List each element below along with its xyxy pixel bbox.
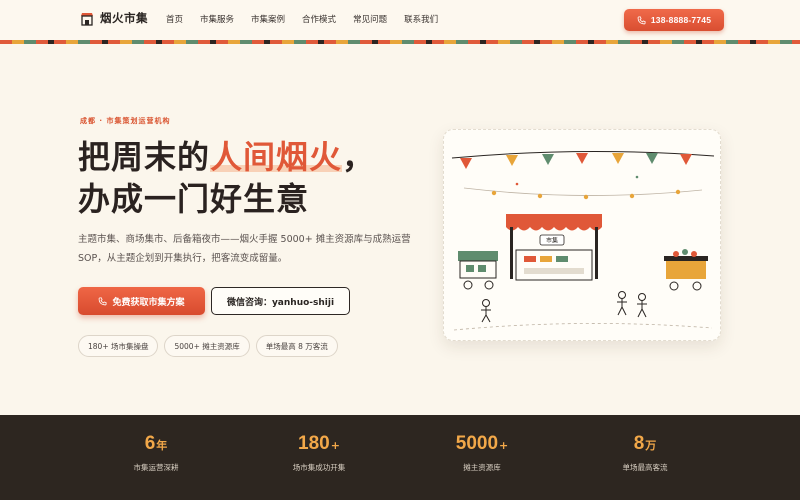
stat-vendors-unit: + bbox=[499, 439, 509, 452]
title-part1: 把周末的 bbox=[78, 138, 211, 176]
brand-logo[interactable]: 烟火市集 bbox=[80, 10, 148, 26]
get-plan-button[interactable]: 免费获取市集方案 bbox=[78, 287, 205, 315]
phone-call-button[interactable]: 138-8888-7745 bbox=[624, 9, 724, 31]
top-header: 烟火市集 首页 市集服务 市集案例 合作模式 常见问题 联系我们 138-888… bbox=[0, 0, 800, 40]
market-scene-illustration: 市集 bbox=[451, 150, 715, 331]
nav-cooperation[interactable]: 合作模式 bbox=[302, 13, 336, 25]
stall-logo-icon bbox=[80, 11, 94, 26]
main-nav: 首页 市集服务 市集案例 合作模式 常见问题 联系我们 bbox=[166, 13, 438, 25]
hero-title: 把周末的人间烟火， 办成一门好生意 bbox=[78, 136, 375, 220]
tag-peak-traffic: 单场最高 8 万客流 bbox=[255, 335, 338, 357]
tag-markets-run: 180+ 场市集操盘 bbox=[78, 335, 159, 357]
stat-years-label: 市集运营深耕 bbox=[133, 463, 179, 472]
stat-years-unit: 年 bbox=[156, 439, 168, 452]
phone-icon bbox=[637, 15, 646, 24]
title-part2: ， bbox=[342, 138, 376, 176]
phone-number: 138-8888-7745 bbox=[650, 15, 712, 25]
nav-services[interactable]: 市集服务 bbox=[200, 13, 234, 25]
stat-markets-label: 场市集成功开集 bbox=[292, 463, 346, 472]
market-illustration-card: 市集 bbox=[443, 129, 721, 341]
nav-faq[interactable]: 常见问题 bbox=[353, 13, 387, 25]
stat-vendors-value: 5000 bbox=[455, 433, 499, 454]
wechat-consult-button[interactable]: 微信咨询：yanhuo-shiji bbox=[211, 287, 350, 315]
stat-traffic-unit: 万 bbox=[645, 439, 657, 452]
nav-cases[interactable]: 市集案例 bbox=[251, 13, 285, 25]
nav-home[interactable]: 首页 bbox=[166, 13, 183, 25]
get-plan-label: 免费获取市集方案 bbox=[112, 297, 185, 308]
stat-markets: 180+ 场市集成功开集 bbox=[249, 433, 389, 473]
stat-traffic-value: 8 bbox=[633, 433, 645, 454]
hero-title-line2: 办成一门好生意 bbox=[78, 180, 310, 218]
phone-icon bbox=[99, 296, 107, 305]
stat-vendors-label: 摊主资源库 bbox=[463, 463, 501, 472]
hero-tags: 180+ 场市集操盘 5000+ 摊主资源库 单场最高 8 万客流 bbox=[78, 335, 338, 357]
stat-years: 6年 市集运营深耕 bbox=[86, 433, 226, 473]
nav-contact[interactable]: 联系我们 bbox=[404, 13, 438, 25]
stat-markets-value: 180 bbox=[298, 433, 330, 454]
booth-sign: 市集 bbox=[546, 237, 558, 245]
stat-vendors: 5000+ 摊主资源库 bbox=[412, 433, 552, 473]
stat-traffic: 8万 单场最高客流 bbox=[575, 433, 715, 473]
stat-years-value: 6 bbox=[144, 433, 156, 454]
hero-title-line1: 把周末的人间烟火， bbox=[78, 136, 375, 178]
hero-eyebrow: 成都 · 市集策划运营机构 bbox=[80, 117, 171, 125]
hero-description: 主题市集、商场集市、后备箱夜市——烟火手握 5000+ 摊主资源库与成熟运营 S… bbox=[78, 234, 411, 264]
brand-name: 烟火市集 bbox=[100, 11, 148, 25]
title-highlight: 人间烟火 bbox=[210, 138, 343, 176]
stat-traffic-label: 单场最高客流 bbox=[622, 463, 668, 472]
decorative-stripe bbox=[0, 40, 800, 44]
stat-markets-unit: + bbox=[330, 439, 340, 452]
tag-vendor-pool: 5000+ 摊主资源库 bbox=[164, 335, 250, 357]
stats-band: 6年 市集运营深耕 180+ 场市集成功开集 5000+ 摊主资源库 8万 单场… bbox=[0, 415, 800, 500]
